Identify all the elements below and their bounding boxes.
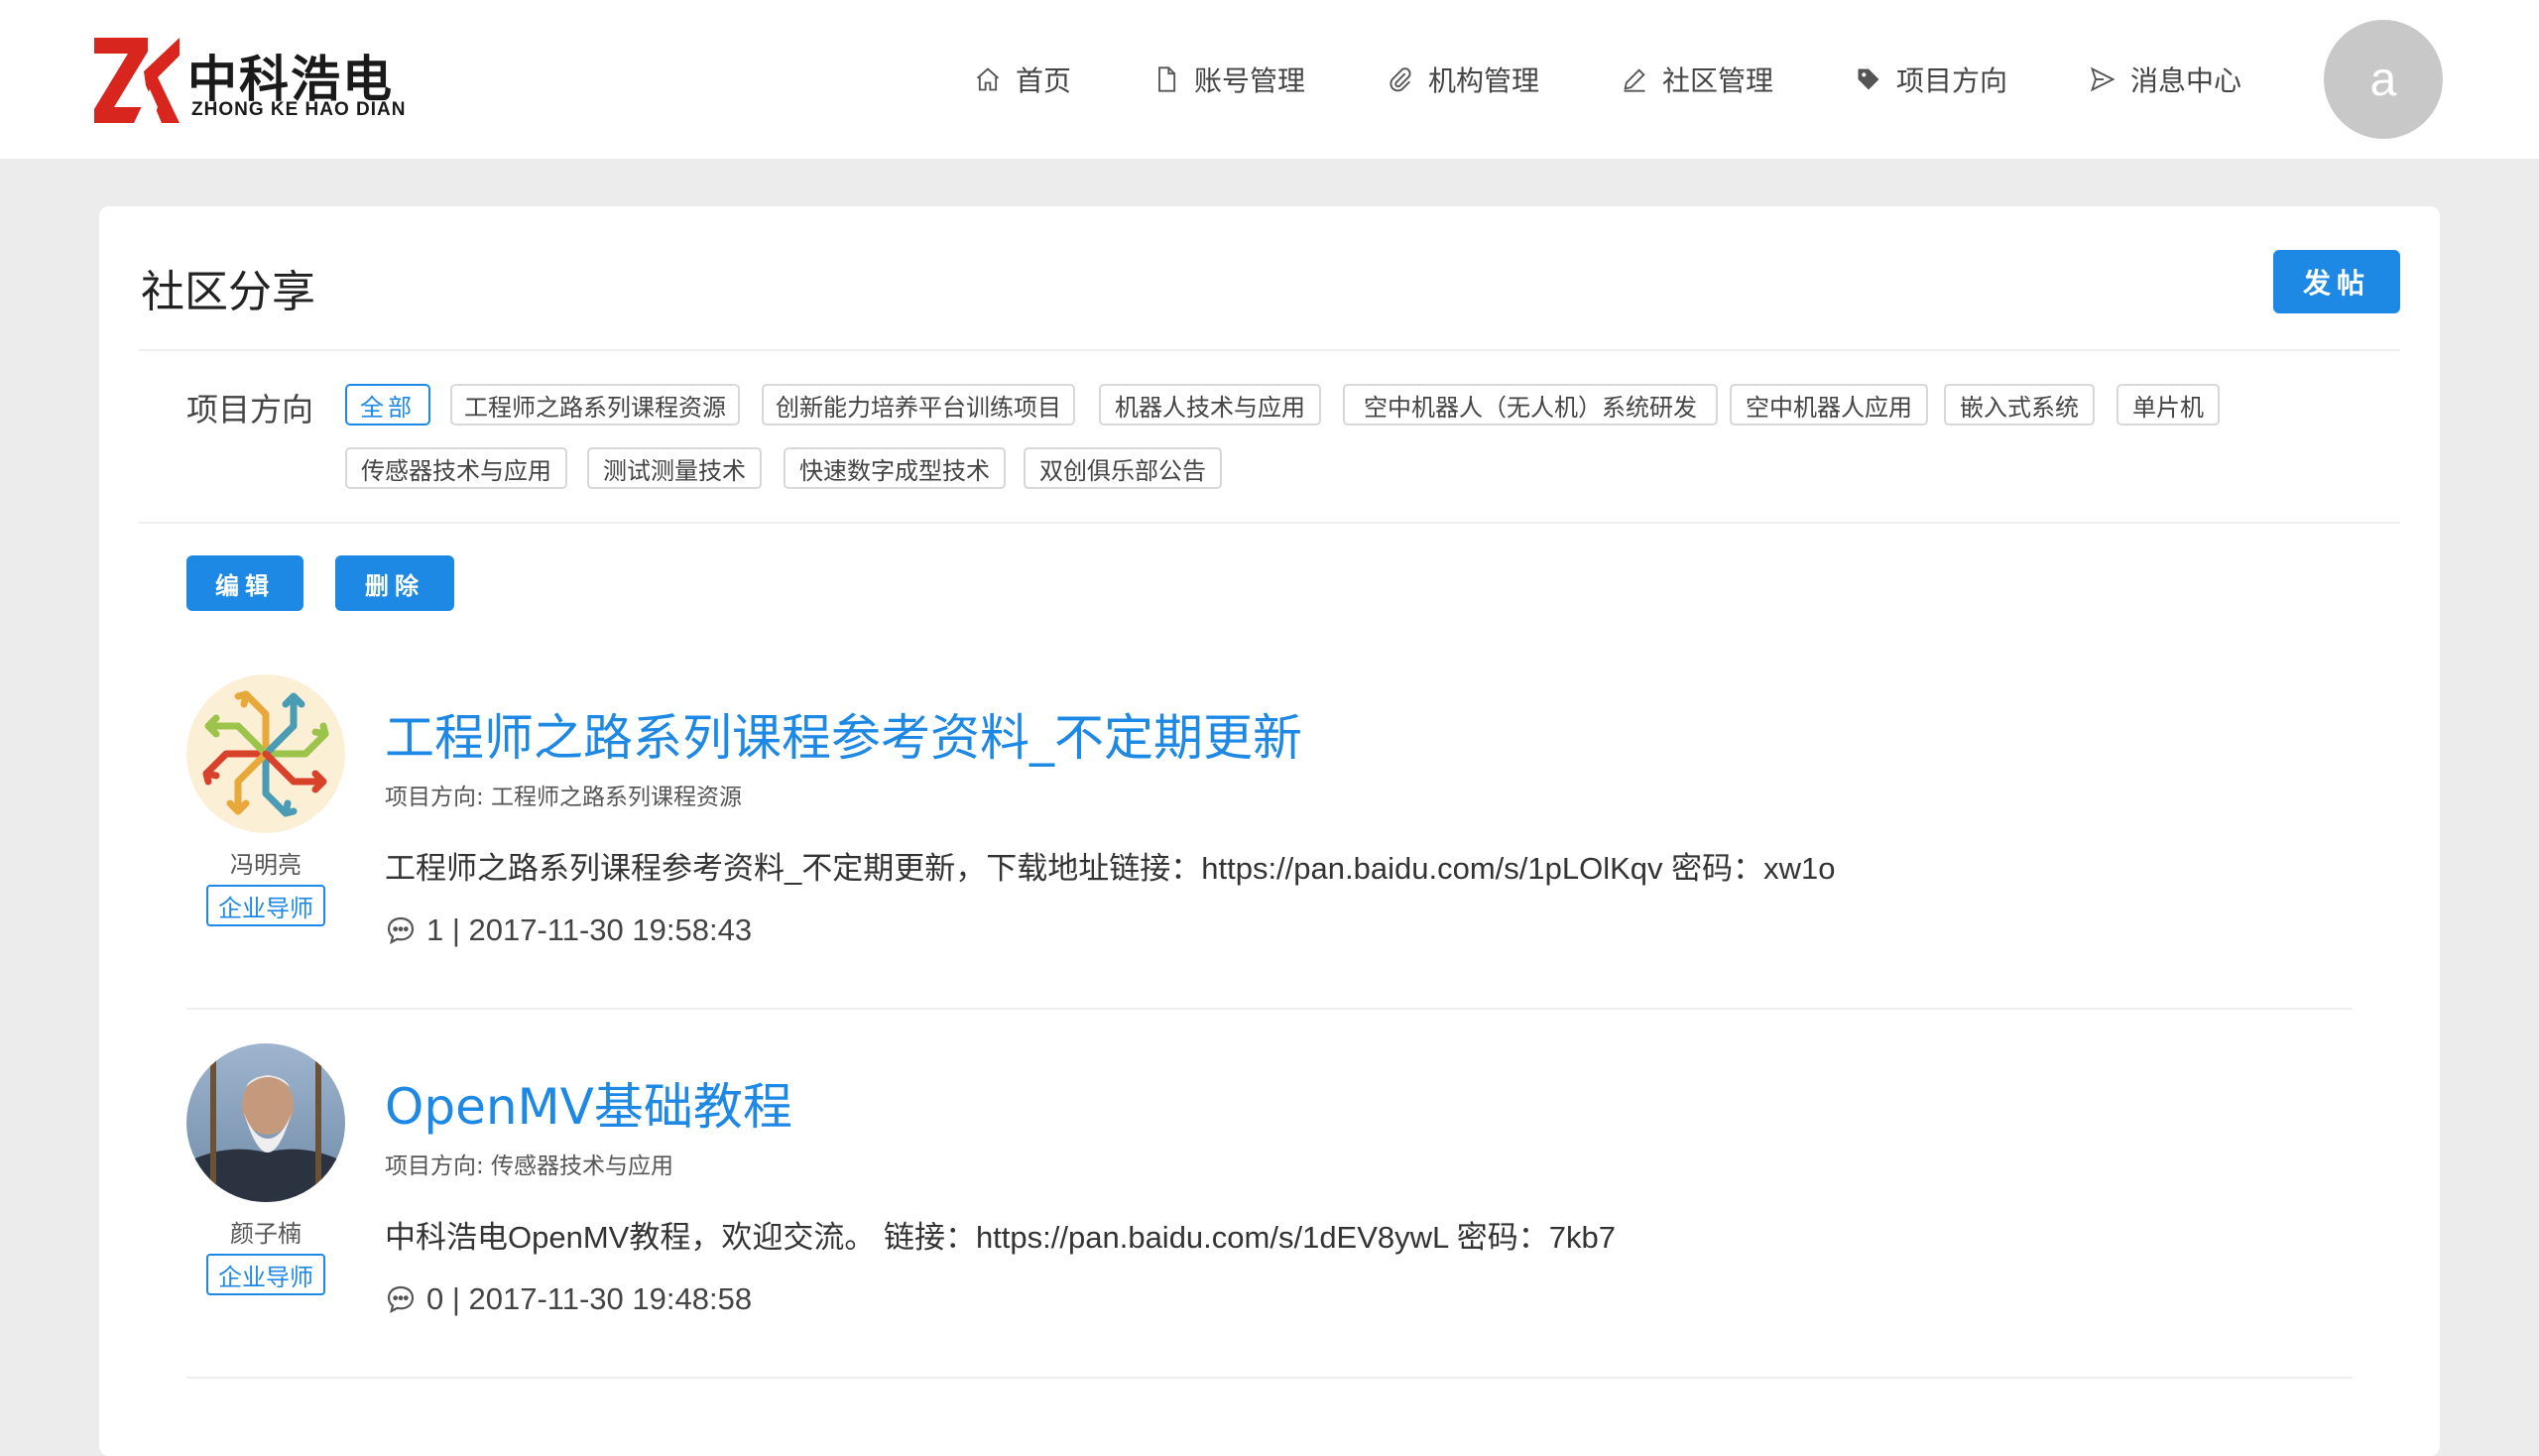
tag-icon <box>1858 68 1879 90</box>
author-role-badge: 企业导师 <box>206 1254 325 1295</box>
pencil-icon <box>1624 68 1645 92</box>
post-direction: 项目方向: 工程师之路系列课程资源 <box>385 785 743 810</box>
nav-item-label: 首页 <box>1016 64 1072 97</box>
nav-item-label: 账号管理 <box>1194 64 1306 97</box>
nav-item-label: 机构管理 <box>1428 64 1540 97</box>
nav-item-home[interactable]: 首页 <box>974 56 1071 103</box>
filter-tag[interactable]: 双创俱乐部公告 <box>1024 447 1222 489</box>
paperclip-icon <box>1390 67 1411 92</box>
divider <box>186 1008 2353 1010</box>
post-body: 工程师之路系列课程参考资料_不定期更新，下载地址链接：https://pan.b… <box>385 851 1836 886</box>
post-meta: 0 | 2017-11-30 19:48:58 <box>385 1281 752 1317</box>
author-name: 颜子楠 <box>230 1220 302 1248</box>
nav-item-label: 项目方向 <box>1896 64 2008 97</box>
filter-tag[interactable]: 空中机器人（无人机）系统研发 <box>1343 384 1718 425</box>
author-name: 冯明亮 <box>230 851 302 879</box>
comment-icon <box>387 1285 415 1314</box>
filter-tag[interactable]: 创新能力培养平台训练项目 <box>762 384 1075 425</box>
filter-label: 项目方向 <box>186 391 314 428</box>
post-direction: 项目方向: 传感器技术与应用 <box>385 1153 674 1179</box>
filter-tag[interactable]: 空中机器人应用 <box>1730 384 1928 425</box>
post-item: 冯明亮 企业导师 工程师之路系列课程参考资料_不定期更新 项目方向: 工程师之路… <box>186 674 2353 1031</box>
post-meta-text: 0 | 2017-11-30 19:48:58 <box>426 1281 753 1316</box>
filter-tag[interactable]: 单片机 <box>2116 384 2220 425</box>
divider <box>139 349 2400 351</box>
home-icon <box>976 67 1000 91</box>
filter-tag[interactable]: 嵌入式系统 <box>1944 384 2095 425</box>
delete-button[interactable]: 删除 <box>335 555 454 611</box>
divider <box>186 1377 2353 1379</box>
nav-item-project-direction[interactable]: 项目方向 <box>1855 56 2007 103</box>
community-card: 社区分享 发帖 项目方向 全部 工程师之路系列课程资源 创新能力培养平台训练项目… <box>99 206 2440 1456</box>
post-item: 颜子楠 企业导师 OpenMV基础教程 项目方向: 传感器技术与应用 中科浩电O… <box>186 1043 2353 1400</box>
nav-item-label: 消息中心 <box>2130 64 2242 97</box>
edit-button[interactable]: 编辑 <box>186 555 303 611</box>
nav-item-community[interactable]: 社区管理 <box>1621 56 1773 103</box>
author-avatar[interactable] <box>186 1043 345 1202</box>
post-title-link[interactable]: 工程师之路系列课程参考资料_不定期更新 <box>385 698 1302 770</box>
filter-tag-all[interactable]: 全部 <box>345 384 430 425</box>
post-meta: 1 | 2017-11-30 19:58:43 <box>385 912 752 948</box>
post-meta-text: 1 | 2017-11-30 19:58:43 <box>426 912 753 947</box>
filter-tag[interactable]: 机器人技术与应用 <box>1099 384 1321 425</box>
nav-item-label: 社区管理 <box>1662 64 1774 97</box>
new-post-button[interactable]: 发帖 <box>2273 250 2400 313</box>
file-icon <box>1158 66 1176 92</box>
user-avatar[interactable]: a <box>2324 20 2443 139</box>
filter-tag[interactable]: 传感器技术与应用 <box>345 447 567 489</box>
filter-tag[interactable]: 测试测量技术 <box>587 447 762 489</box>
nav-item-messages[interactable]: 消息中心 <box>2089 56 2241 103</box>
nav-item-accounts[interactable]: 账号管理 <box>1152 56 1305 103</box>
filter-tag[interactable]: 工程师之路系列课程资源 <box>450 384 740 425</box>
filter-tag[interactable]: 快速数字成型技术 <box>784 447 1006 489</box>
portrait-photo-icon <box>186 1043 345 1202</box>
send-icon <box>2090 66 2116 92</box>
comment-icon <box>387 916 415 945</box>
divider <box>139 522 2400 524</box>
main-nav: 首页 账号管理 机构管理 社区管理 项目方向 消息中心 <box>0 56 2539 103</box>
page-title: 社区分享 <box>141 267 315 317</box>
nav-item-institutions[interactable]: 机构管理 <box>1387 56 1539 103</box>
top-header: 中科浩电 ZHONG KE HAO DIAN 首页 账号管理 机构管理 社区管理… <box>0 0 2539 159</box>
author-role-badge: 企业导师 <box>206 885 325 926</box>
author-avatar[interactable] <box>186 674 345 833</box>
pinwheel-arrows-icon <box>186 674 345 833</box>
post-title-link[interactable]: OpenMV基础教程 <box>385 1067 792 1139</box>
post-body: 中科浩电OpenMV教程，欢迎交流。 链接：https://pan.baidu.… <box>385 1220 1616 1255</box>
